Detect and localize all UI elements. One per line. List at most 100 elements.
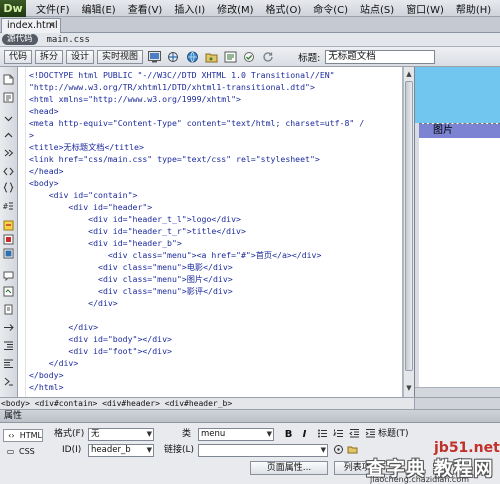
- scroll-down-icon[interactable]: ▼: [405, 383, 413, 393]
- wrap-tag-icon[interactable]: [2, 285, 15, 297]
- balance-braces-icon[interactable]: [2, 181, 15, 193]
- id-select[interactable]: header_b ▼: [88, 444, 154, 457]
- title-label: 标题:: [298, 52, 321, 64]
- document-tab[interactable]: index.html ×: [1, 18, 61, 33]
- menu-insert[interactable]: 插入(I): [168, 1, 211, 16]
- close-icon[interactable]: ×: [48, 19, 56, 32]
- outdent-icon[interactable]: [348, 428, 361, 441]
- code-line[interactable]: <link href="css/main.css" type="text/css…: [29, 153, 320, 165]
- refresh-icon[interactable]: [261, 50, 276, 64]
- design-scrollbar[interactable]: [415, 387, 500, 397]
- code-line[interactable]: <div id="header_b">: [29, 237, 182, 249]
- design-view[interactable]: 图片: [414, 67, 500, 397]
- bold-button[interactable]: B: [282, 428, 295, 441]
- code-view-button[interactable]: 代码: [4, 49, 33, 64]
- menu-modify[interactable]: 修改(M): [211, 1, 259, 16]
- id-label: ID(I): [62, 445, 82, 455]
- open-documents-icon[interactable]: [2, 73, 15, 85]
- apply-comment-icon[interactable]: [2, 247, 15, 259]
- menu-site[interactable]: 站点(S): [354, 1, 400, 16]
- menu-commands[interactable]: 命令(C): [307, 1, 354, 16]
- show-code-navigator-icon[interactable]: [2, 91, 15, 103]
- collapse-selection-icon[interactable]: [2, 129, 15, 141]
- outdent-code-icon[interactable]: [2, 357, 15, 369]
- properties-panel-header[interactable]: 属性: [0, 410, 500, 423]
- menu-edit[interactable]: 编辑(E): [76, 1, 122, 16]
- tag-path[interactable]: <body> <div#contain> <div#header> <div#h…: [1, 399, 232, 408]
- code-line[interactable]: </div>: [29, 321, 98, 333]
- line-numbers-icon[interactable]: #: [2, 199, 15, 211]
- expand-all-icon[interactable]: [2, 147, 15, 159]
- visual-aids-icon[interactable]: [223, 50, 238, 64]
- code-line[interactable]: </body>: [29, 369, 64, 381]
- code-line[interactable]: </html>: [29, 381, 64, 393]
- format-select[interactable]: 无 ▼: [88, 428, 154, 441]
- tag-selector: <body> <div#contain> <div#header> <div#h…: [0, 397, 500, 410]
- menu-file[interactable]: 文件(F): [30, 1, 76, 16]
- browser-preview-icon[interactable]: [185, 50, 200, 64]
- inspect-icon[interactable]: [147, 50, 162, 64]
- scroll-up-icon[interactable]: ▲: [405, 69, 413, 79]
- menu-help[interactable]: 帮助(H): [450, 1, 497, 16]
- code-line[interactable]: <html xmlns="http://www.w3.org/1999/xhtm…: [29, 93, 241, 105]
- code-line[interactable]: "http://www.w3.org/TR/xhtml1/DTD/xhtml1-…: [29, 81, 315, 93]
- format-source-icon[interactable]: [2, 375, 15, 387]
- menu-items: 文件(F) 编辑(E) 查看(V) 插入(I) 修改(M) 格式(O) 命令(C…: [30, 1, 497, 16]
- code-line[interactable]: </head>: [29, 165, 64, 177]
- italic-button[interactable]: I: [298, 428, 311, 441]
- ordered-list-icon[interactable]: [332, 428, 345, 441]
- css-mode-button[interactable]: ▭ CSS: [3, 445, 43, 458]
- remove-comment-icon[interactable]: [2, 269, 15, 281]
- validate-icon[interactable]: [242, 50, 257, 64]
- menu-view[interactable]: 查看(V): [122, 1, 169, 16]
- code-line[interactable]: >: [29, 129, 34, 141]
- design-menu-item[interactable]: 图片: [419, 124, 500, 138]
- related-file-main-css[interactable]: main.css: [47, 35, 90, 45]
- code-line[interactable]: <div id="header_t_r">title</div>: [29, 225, 246, 237]
- code-line[interactable]: <div id="header">: [29, 201, 152, 213]
- scrollbar-thumb[interactable]: [405, 81, 413, 371]
- design-view-button[interactable]: 设计: [66, 49, 95, 64]
- code-line[interactable]: <div id="foot"></div>: [29, 345, 172, 357]
- html-mode-button[interactable]: ‹› HTML: [3, 429, 43, 442]
- split-view-button[interactable]: 拆分: [35, 49, 64, 64]
- class-label: 类: [182, 429, 192, 439]
- collapse-full-tag-icon[interactable]: [2, 113, 15, 125]
- code-line[interactable]: <title>无标题文档</title>: [29, 141, 144, 153]
- select-parent-tag-icon[interactable]: [2, 165, 15, 177]
- code-line[interactable]: <div class="menu">电影</div>: [29, 261, 233, 273]
- file-management-icon[interactable]: [204, 50, 219, 64]
- point-to-file-icon[interactable]: [332, 444, 345, 457]
- highlight-invalid-code-icon[interactable]: [2, 219, 15, 231]
- page-properties-button[interactable]: 页面属性...: [250, 461, 328, 475]
- code-line[interactable]: <meta http-equiv="Content-Type" content=…: [29, 117, 364, 129]
- move-css-icon[interactable]: [2, 321, 15, 333]
- recent-snippets-icon[interactable]: [2, 303, 15, 315]
- code-line[interactable]: </div>: [29, 357, 79, 369]
- code-scrollbar[interactable]: ▲ ▼: [403, 67, 414, 397]
- syntax-error-alerts-icon[interactable]: [2, 233, 15, 245]
- code-line[interactable]: <div class="menu"><a href="#">首页</a></di…: [29, 249, 322, 261]
- class-select[interactable]: menu ▼: [198, 428, 274, 441]
- status-bar-right: [414, 398, 500, 409]
- multiscreen-icon[interactable]: [166, 50, 181, 64]
- indent-code-icon[interactable]: [2, 339, 15, 351]
- code-line[interactable]: <!DOCTYPE html PUBLIC "-//W3C//DTD XHTML…: [29, 69, 335, 81]
- code-line[interactable]: <div id="contain">: [29, 189, 138, 201]
- code-line[interactable]: <div id="body"></div>: [29, 333, 172, 345]
- code-line[interactable]: <body>: [29, 177, 59, 189]
- code-line[interactable]: <div id="header_t_l">logo</div>: [29, 213, 241, 225]
- code-editor[interactable]: <!DOCTYPE html PUBLIC "-//W3C//DTD XHTML…: [18, 67, 403, 397]
- link-input[interactable]: ▼: [198, 444, 328, 457]
- browse-folder-icon[interactable]: [346, 444, 359, 457]
- code-line[interactable]: <div class="menu">影评</div>: [29, 285, 233, 297]
- code-line[interactable]: <div class="menu">图片</div>: [29, 273, 233, 285]
- menu-format[interactable]: 格式(O): [260, 1, 308, 16]
- unordered-list-icon[interactable]: [316, 428, 329, 441]
- code-line[interactable]: <head>: [29, 105, 59, 117]
- menu-window[interactable]: 窗口(W): [400, 1, 450, 16]
- live-view-button[interactable]: 实时视图: [97, 49, 144, 64]
- title-input[interactable]: 无标题文档: [325, 49, 436, 64]
- source-code-pill[interactable]: 源代码: [2, 34, 38, 45]
- code-line[interactable]: </div>: [29, 297, 118, 309]
